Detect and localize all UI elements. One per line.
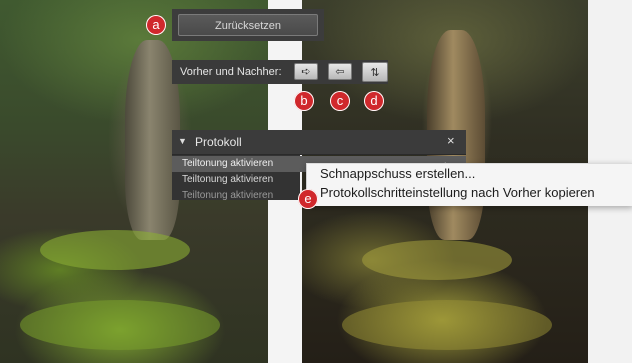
moss: [362, 240, 512, 280]
moss: [40, 230, 190, 270]
annotation-badge-a: a: [146, 15, 166, 35]
copy-left-arrow-icon: ⇦: [335, 66, 345, 78]
annotation-badge-d: d: [364, 91, 384, 111]
history-item[interactable]: Teiltonung aktivieren: [172, 188, 300, 200]
history-panel-title: Protokoll: [195, 135, 242, 149]
close-icon[interactable]: ×: [447, 133, 455, 148]
moss: [20, 300, 220, 350]
annotation-badge-b: b: [294, 91, 314, 111]
reset-button[interactable]: Zurücksetzen: [178, 14, 318, 36]
moss: [342, 300, 552, 350]
copy-before-to-after-button[interactable]: ➪: [294, 63, 318, 80]
swap-before-after-button[interactable]: ⇅: [362, 62, 388, 82]
history-item[interactable]: Teiltonung aktivieren: [172, 172, 300, 188]
copy-after-to-before-button[interactable]: ⇦: [328, 63, 352, 80]
copy-right-arrow-icon: ➪: [301, 66, 311, 78]
collapse-triangle-icon[interactable]: ▼: [178, 136, 187, 146]
create-snapshot-menu-item[interactable]: Schnappschuss erstellen...: [320, 166, 475, 182]
annotation-badge-e: e: [298, 189, 318, 209]
annotation-badge-c: c: [330, 91, 350, 111]
copy-history-step-to-before-menu-item[interactable]: Protokollschritteinstellung nach Vorher …: [320, 185, 595, 201]
history-item[interactable]: Teiltonung aktivieren: [172, 156, 300, 172]
before-after-label: Vorher und Nachher:: [180, 66, 282, 78]
swap-vertical-icon: ⇅: [370, 66, 380, 79]
